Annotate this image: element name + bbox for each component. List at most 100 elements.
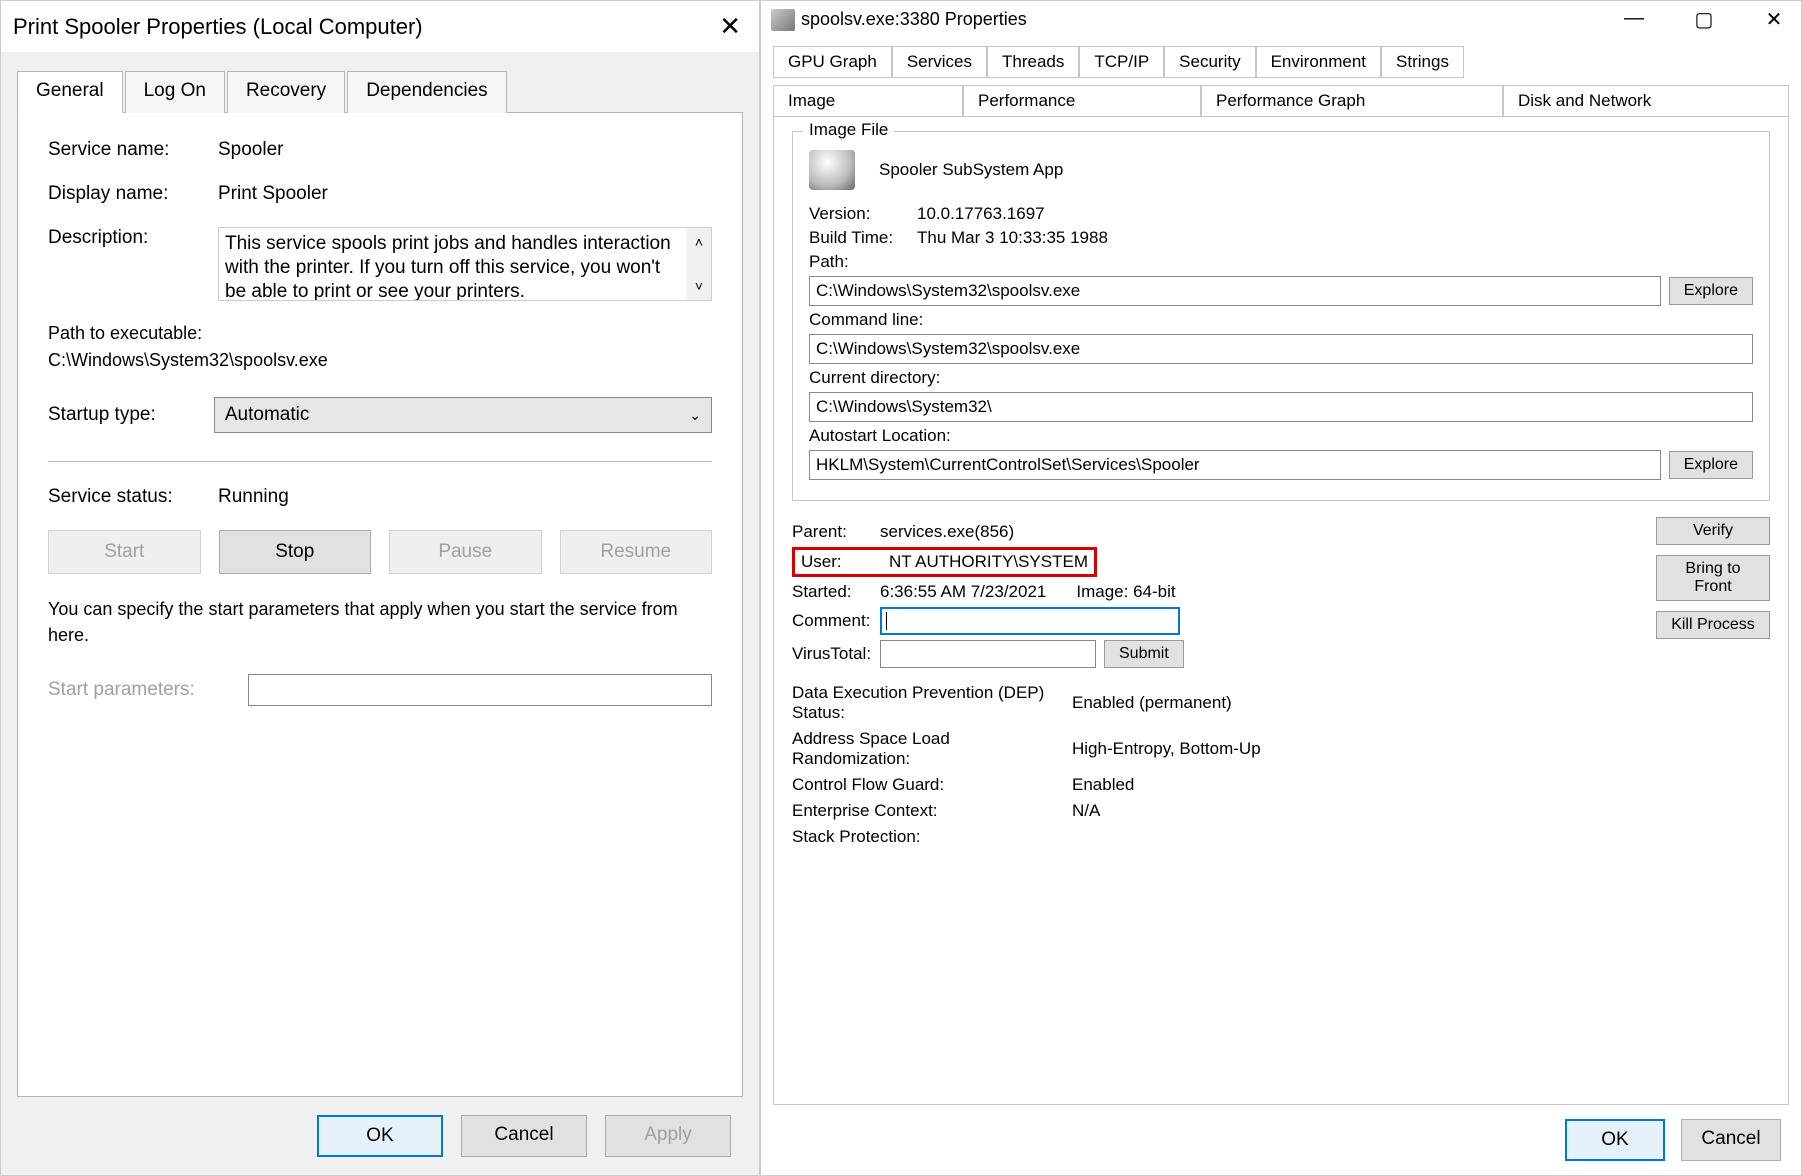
started-label: Started:: [792, 582, 880, 602]
user-highlight: User: NT AUTHORITY\SYSTEM: [792, 547, 1097, 577]
scroll-up-icon[interactable]: ˄: [695, 230, 703, 254]
image-arch-label: Image:: [1076, 582, 1128, 602]
dep-value: Enabled (permanent): [1072, 693, 1232, 713]
start-params-label: Start parameters:: [48, 679, 248, 701]
stop-button[interactable]: Stop: [219, 530, 372, 574]
user-label: User:: [801, 552, 889, 572]
process-properties-dialog: spoolsv.exe:3380 Properties — ▢ ✕ GPU Gr…: [760, 0, 1802, 1176]
scroll-down-icon[interactable]: ˅: [695, 274, 703, 298]
cfg-label: Control Flow Guard:: [792, 775, 1072, 795]
current-directory-field[interactable]: C:\Windows\System32\: [809, 392, 1753, 422]
tabs: General Log On Recovery Dependencies: [17, 70, 743, 113]
start-params-hint: You can specify the start parameters tha…: [48, 596, 712, 648]
virustotal-field[interactable]: [880, 640, 1096, 668]
image-arch-value: 64-bit: [1133, 582, 1176, 602]
dialog-titlebar: Print Spooler Properties (Local Computer…: [1, 1, 759, 52]
dialog-titlebar: spoolsv.exe:3380 Properties — ▢ ✕: [761, 1, 1801, 38]
kill-process-button[interactable]: Kill Process: [1656, 611, 1770, 639]
pause-button: Pause: [389, 530, 542, 574]
apply-button: Apply: [605, 1115, 731, 1157]
chevron-down-icon: ⌄: [689, 407, 701, 424]
tab-general[interactable]: General: [17, 71, 123, 113]
minimize-icon[interactable]: —: [1617, 7, 1651, 32]
tab-image[interactable]: Image: [773, 85, 963, 117]
dep-label: Data Execution Prevention (DEP) Status:: [792, 683, 1072, 723]
ok-button[interactable]: OK: [1565, 1119, 1665, 1161]
service-name-label: Service name:: [48, 139, 218, 161]
path-label: Path:: [809, 252, 849, 272]
dialog-footer: OK Cancel Apply: [1, 1097, 759, 1175]
comment-label: Comment:: [792, 611, 880, 631]
startup-type-dropdown[interactable]: Automatic ⌄: [214, 397, 712, 433]
tab-strings[interactable]: Strings: [1381, 46, 1464, 78]
start-button: Start: [48, 530, 201, 574]
printer-large-icon: [809, 150, 855, 190]
general-panel: Service name: Spooler Display name: Prin…: [17, 113, 743, 1097]
cancel-button[interactable]: Cancel: [1681, 1119, 1781, 1161]
stack-protection-label: Stack Protection:: [792, 827, 1072, 847]
path-field[interactable]: C:\Windows\System32\spoolsv.exe: [809, 276, 1661, 306]
tab-log-on[interactable]: Log On: [125, 71, 225, 113]
tab-tcpip[interactable]: TCP/IP: [1079, 46, 1164, 78]
enterprise-context-value: N/A: [1072, 801, 1100, 821]
description-scrollbar[interactable]: ˄ ˅: [687, 228, 711, 300]
tab-environment[interactable]: Environment: [1256, 46, 1381, 78]
window-buttons: — ▢ ✕: [1617, 7, 1791, 32]
description-label: Description:: [48, 227, 218, 249]
printer-icon: [771, 9, 795, 31]
aslr-label: Address Space Load Randomization:: [792, 729, 1072, 769]
path-label: Path to executable:: [48, 323, 202, 344]
tab-dependencies[interactable]: Dependencies: [347, 71, 506, 113]
close-icon[interactable]: ✕: [1757, 7, 1791, 32]
tab-performance-graph[interactable]: Performance Graph: [1201, 85, 1503, 117]
ok-button[interactable]: OK: [317, 1115, 443, 1157]
group-title: Image File: [803, 120, 894, 140]
display-name-label: Display name:: [48, 183, 218, 205]
image-panel: Image File Spooler SubSystem App Version…: [773, 116, 1789, 1105]
explore-autostart-button[interactable]: Explore: [1669, 451, 1753, 479]
maximize-icon[interactable]: ▢: [1687, 7, 1721, 32]
description-textbox[interactable]: This service spools print jobs and handl…: [218, 227, 712, 301]
description-text: This service spools print jobs and handl…: [225, 233, 671, 301]
tab-disk-network[interactable]: Disk and Network: [1503, 85, 1789, 117]
comment-input[interactable]: [880, 607, 1180, 635]
print-spooler-properties-dialog: Print Spooler Properties (Local Computer…: [0, 0, 760, 1176]
submit-button[interactable]: Submit: [1104, 640, 1184, 668]
version-label: Version:: [809, 204, 909, 224]
service-status-value: Running: [218, 486, 712, 508]
enterprise-context-label: Enterprise Context:: [792, 801, 1072, 821]
version-value: 10.0.17763.1697: [917, 204, 1753, 224]
close-icon[interactable]: ✕: [719, 11, 741, 42]
started-value: 6:36:55 AM 7/23/2021: [880, 582, 1046, 602]
autostart-label: Autostart Location:: [809, 426, 951, 446]
verify-button[interactable]: Verify: [1656, 517, 1770, 545]
tab-threads[interactable]: Threads: [987, 46, 1079, 78]
tab-recovery[interactable]: Recovery: [227, 71, 345, 113]
text-cursor-icon: [886, 612, 887, 630]
tab-performance[interactable]: Performance: [963, 85, 1201, 117]
start-params-input: [248, 674, 712, 706]
dialog-title: spoolsv.exe:3380 Properties: [801, 9, 1027, 30]
build-time-value: Thu Mar 3 10:33:35 1988: [917, 228, 1753, 248]
explore-path-button[interactable]: Explore: [1669, 277, 1753, 305]
autostart-field[interactable]: HKLM\System\CurrentControlSet\Services\S…: [809, 450, 1661, 480]
build-time-label: Build Time:: [809, 228, 909, 248]
parent-label: Parent:: [792, 522, 880, 542]
startup-type-value: Automatic: [225, 404, 309, 426]
command-line-label: Command line:: [809, 310, 923, 330]
display-name-value: Print Spooler: [218, 183, 712, 205]
image-file-group: Image File Spooler SubSystem App Version…: [792, 131, 1770, 501]
tab-gpu-graph[interactable]: GPU Graph: [773, 46, 892, 78]
bring-to-front-button[interactable]: Bring to Front: [1656, 555, 1770, 601]
tab-services[interactable]: Services: [892, 46, 987, 78]
startup-type-label: Startup type:: [48, 404, 214, 426]
dialog-title: Print Spooler Properties (Local Computer…: [13, 14, 423, 40]
resume-button: Resume: [560, 530, 713, 574]
command-line-field[interactable]: C:\Windows\System32\spoolsv.exe: [809, 334, 1753, 364]
user-value: NT AUTHORITY\SYSTEM: [889, 552, 1088, 572]
tab-security[interactable]: Security: [1164, 46, 1255, 78]
virustotal-label: VirusTotal:: [792, 644, 880, 664]
separator: [48, 461, 712, 462]
app-name: Spooler SubSystem App: [879, 160, 1063, 180]
cancel-button[interactable]: Cancel: [461, 1115, 587, 1157]
